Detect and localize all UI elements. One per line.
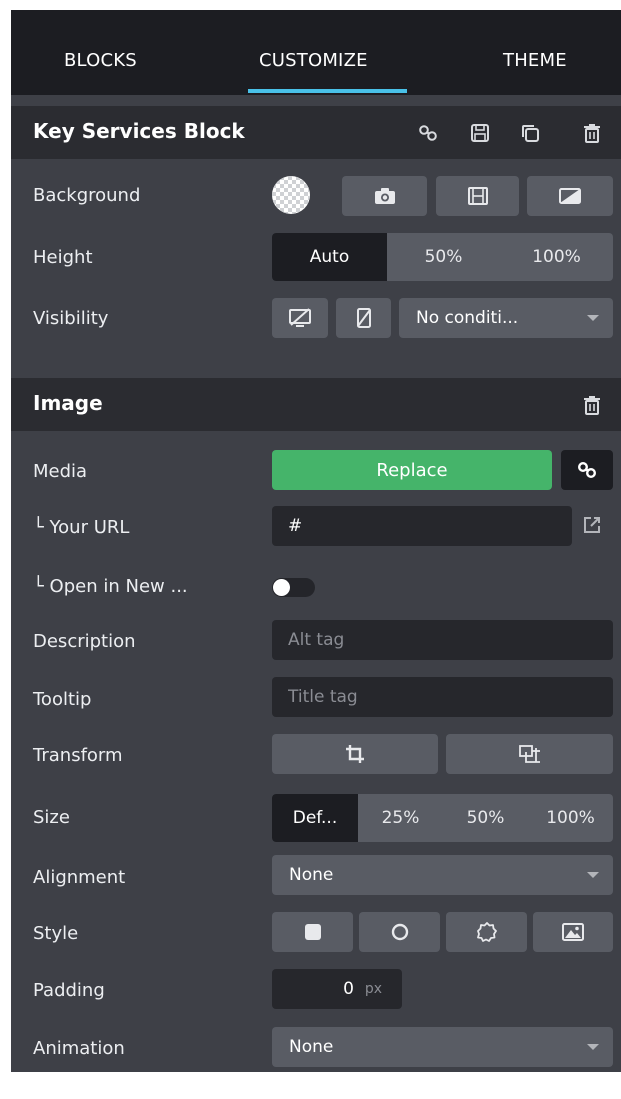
background-label: Background [33,185,141,206]
camera-icon [374,187,396,205]
external-link-icon[interactable] [582,515,602,535]
url-input[interactable]: # [272,506,572,546]
transform-label: Transform [33,745,123,766]
animation-value: None [289,1037,334,1057]
alignment-label: Alignment [33,867,126,888]
style-badge-button[interactable] [446,912,527,952]
tooltip-label: Tooltip [33,689,92,710]
camera-button[interactable] [342,176,427,216]
style-image-button[interactable] [533,912,613,952]
image-section-header: Image [11,378,621,431]
height-selector: Auto 50% 100% [272,233,613,281]
gradient-button[interactable] [527,176,613,216]
animation-select[interactable]: None [272,1027,613,1067]
hide-mobile-button[interactable] [336,298,391,338]
crop-icon [345,744,365,764]
style-circle-button[interactable] [359,912,440,952]
active-tab-indicator [248,89,407,93]
animation-label: Animation [33,1038,125,1059]
visibility-condition-select[interactable]: No conditi... [399,298,613,338]
resize-icon [518,744,542,764]
alignment-value: None [289,865,334,885]
tab-bar: BLOCKS CUSTOMIZE THEME [11,10,621,95]
film-button[interactable] [436,176,519,216]
badge-style-icon [476,922,497,942]
visibility-condition-value: No conditi... [416,308,519,328]
film-icon [467,187,489,205]
transparent-swatch-icon[interactable] [272,176,310,214]
height-option-100[interactable]: 100% [500,233,613,281]
square-style-icon [304,923,322,941]
link-icon [576,459,598,481]
visibility-label: Visibility [33,308,109,329]
title-tag-input[interactable] [272,677,613,717]
toggle-knob [273,579,290,596]
description-label: Description [33,631,136,652]
tab-customize[interactable]: CUSTOMIZE [259,50,368,71]
alignment-select[interactable]: None [272,855,613,895]
size-label: Size [33,807,70,828]
padding-input[interactable]: 0 px [272,969,402,1009]
customize-panel: BLOCKS CUSTOMIZE THEME Key Services Bloc… [11,10,621,1072]
size-option-100[interactable]: 100% [528,794,613,842]
chevron-down-icon [587,1044,599,1050]
duplicate-icon[interactable] [519,122,541,144]
gradient-icon [559,188,581,204]
new-tab-label: └ Open in New ... [33,576,188,597]
chevron-down-icon [587,315,599,321]
alt-tag-input[interactable] [272,620,613,660]
chevron-down-icon [587,872,599,878]
padding-value: 0 [343,979,354,999]
trash-icon[interactable] [581,394,603,416]
style-square-button[interactable] [272,912,353,952]
block-section-title: Key Services Block [33,119,245,143]
tab-blocks[interactable]: BLOCKS [64,50,137,71]
size-option-50[interactable]: 50% [443,794,528,842]
save-icon[interactable] [469,122,491,144]
hide-desktop-button[interactable] [272,298,328,338]
size-option-default[interactable]: Def... [272,794,358,842]
image-section-title: Image [33,391,103,415]
link-icon[interactable] [417,122,439,144]
hide-mobile-icon [356,308,372,328]
resize-button[interactable] [446,734,613,774]
new-tab-toggle[interactable] [272,578,315,597]
height-option-auto[interactable]: Auto [272,233,387,281]
tab-theme[interactable]: THEME [503,50,567,71]
media-label: Media [33,461,88,482]
crop-button[interactable] [272,734,438,774]
media-link-button[interactable] [561,450,613,490]
replace-media-button[interactable]: Replace [272,450,552,490]
image-style-icon [562,923,584,941]
style-label: Style [33,923,79,944]
height-label: Height [33,247,93,268]
padding-label: Padding [33,980,105,1001]
height-option-50[interactable]: 50% [387,233,500,281]
size-selector: Def... 25% 50% 100% [272,794,613,842]
hide-desktop-icon [288,308,312,328]
trash-icon[interactable] [581,122,603,144]
padding-unit: px [364,981,382,997]
size-option-25[interactable]: 25% [358,794,443,842]
url-label: └ Your URL [33,517,130,538]
block-section-header: Key Services Block [11,106,621,159]
circle-style-icon [391,923,409,941]
